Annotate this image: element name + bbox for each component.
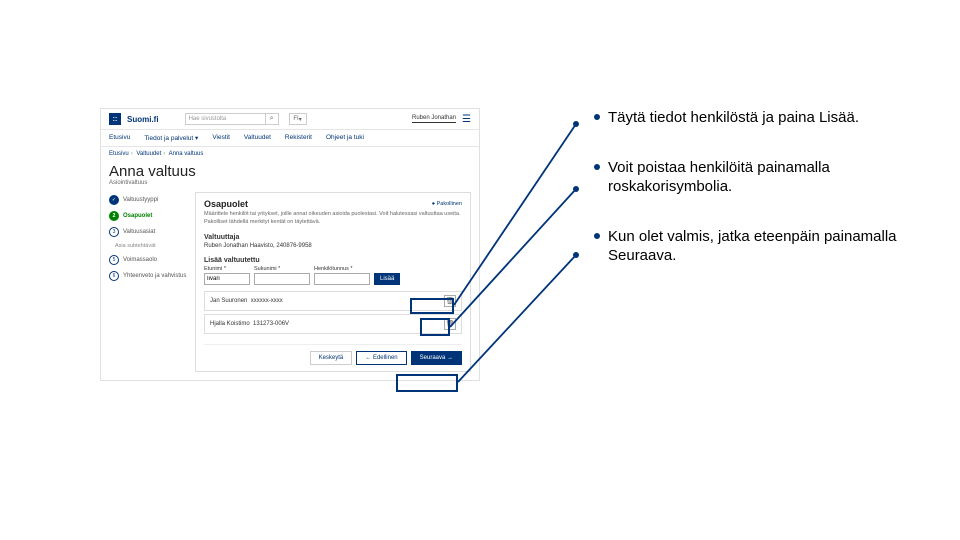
surname-input[interactable] (254, 273, 310, 285)
main-panel: Osapuolet ● Pakollinen Määrittele henkil… (195, 192, 471, 372)
bullet-icon (594, 164, 600, 170)
breadcrumb: Etusivu› Valtuudet› Anna valtuus (101, 147, 479, 161)
bullet-icon (594, 114, 600, 120)
given-name-label: Etunimi * (204, 266, 250, 272)
step-5[interactable]: 5Voimassaolo (109, 252, 187, 268)
step-3[interactable]: 3Valtuusasiat (109, 224, 187, 240)
note-3: Kun olet valmis, jatka eteenpäin painama… (608, 227, 934, 266)
nav-registers[interactable]: Rekisterit (285, 134, 312, 142)
brand-name: Suomi.fi (127, 115, 159, 124)
nav-help[interactable]: Ohjeet ja tuki (326, 134, 364, 142)
note-2: Voit poistaa henkilöitä painamalla roska… (608, 158, 934, 197)
note-1: Täytä tiedot henkilöstä ja paina Lisää. (608, 108, 859, 128)
nav-mandates[interactable]: Valtuudet (244, 134, 271, 142)
next-button[interactable]: Seuraava → (411, 351, 462, 365)
logo-icon: :: (109, 113, 121, 125)
person-row: Hjalla Koistimo 131273-006V 🗑 (204, 314, 462, 334)
nav-messages[interactable]: Viestit (212, 134, 230, 142)
nav-info[interactable]: Tiedot ja palvelut ▾ (144, 134, 198, 142)
cancel-button[interactable]: Keskeytä (310, 351, 353, 365)
instruction-notes: Täytä tiedot henkilöstä ja paina Lisää. … (594, 108, 934, 266)
trash-icon[interactable]: 🗑 (444, 295, 456, 307)
menu-icon[interactable]: ☰ (462, 114, 471, 125)
language-selector[interactable]: FI ▾ (289, 113, 307, 125)
grantor-name: Ruben Jonathan Haavisto, 240876-9958 (204, 243, 462, 249)
ssn-label: Henkilötunnus * (314, 266, 370, 272)
step-6[interactable]: 6Yhteenveto ja vahvistus (109, 268, 187, 284)
footer-buttons: Keskeytä ← Edellinen Seuraava → (204, 344, 462, 365)
step-4: Asia subtehtävät (115, 240, 187, 252)
main-nav: Etusivu Tiedot ja palvelut ▾ Viestit Val… (101, 130, 479, 147)
topbar: :: Suomi.fi Hae sivustolta ⌕ FI ▾ Ruben … (101, 109, 479, 130)
section-title: Osapuolet (204, 199, 248, 209)
surname-label: Sukunimi * (254, 266, 310, 272)
app-screenshot: :: Suomi.fi Hae sivustolta ⌕ FI ▾ Ruben … (100, 108, 480, 381)
person-row: Jan Suuronen xxxxxx-xxxx 🗑 (204, 291, 462, 311)
required-note: ● Pakollinen (432, 201, 462, 207)
section-description: Määrittele henkilöt tai yritykset, joill… (204, 211, 462, 226)
ssn-input[interactable] (314, 273, 370, 285)
page-subtitle: Asiointivaltuus (101, 180, 479, 192)
step-1[interactable]: ✓Valtuustyyppi (109, 192, 187, 208)
page-title: Anna valtuus (101, 161, 479, 180)
nav-frontpage[interactable]: Etusivu (109, 134, 130, 142)
step-sidebar: ✓Valtuustyyppi 2Osapuolet 3Valtuusasiat … (109, 192, 187, 372)
user-name[interactable]: Ruben Jonathan (412, 115, 456, 123)
grantor-heading: Valtuuttaja (204, 234, 462, 241)
bullet-icon (594, 233, 600, 239)
given-name-input[interactable] (204, 273, 250, 285)
trash-icon[interactable]: 🗑 (444, 318, 456, 330)
add-person-form: Etunimi * Sukunimi * Henkilötunnus * Lis… (204, 266, 462, 285)
search-icon[interactable]: ⌕ (265, 113, 279, 125)
add-button[interactable]: Lisää (374, 273, 400, 285)
search-input[interactable]: Hae sivustolta (185, 113, 265, 125)
back-button[interactable]: ← Edellinen (356, 351, 406, 365)
step-2[interactable]: 2Osapuolet (109, 208, 187, 224)
add-assignee-heading: Lisää valtuutettu (204, 257, 462, 264)
